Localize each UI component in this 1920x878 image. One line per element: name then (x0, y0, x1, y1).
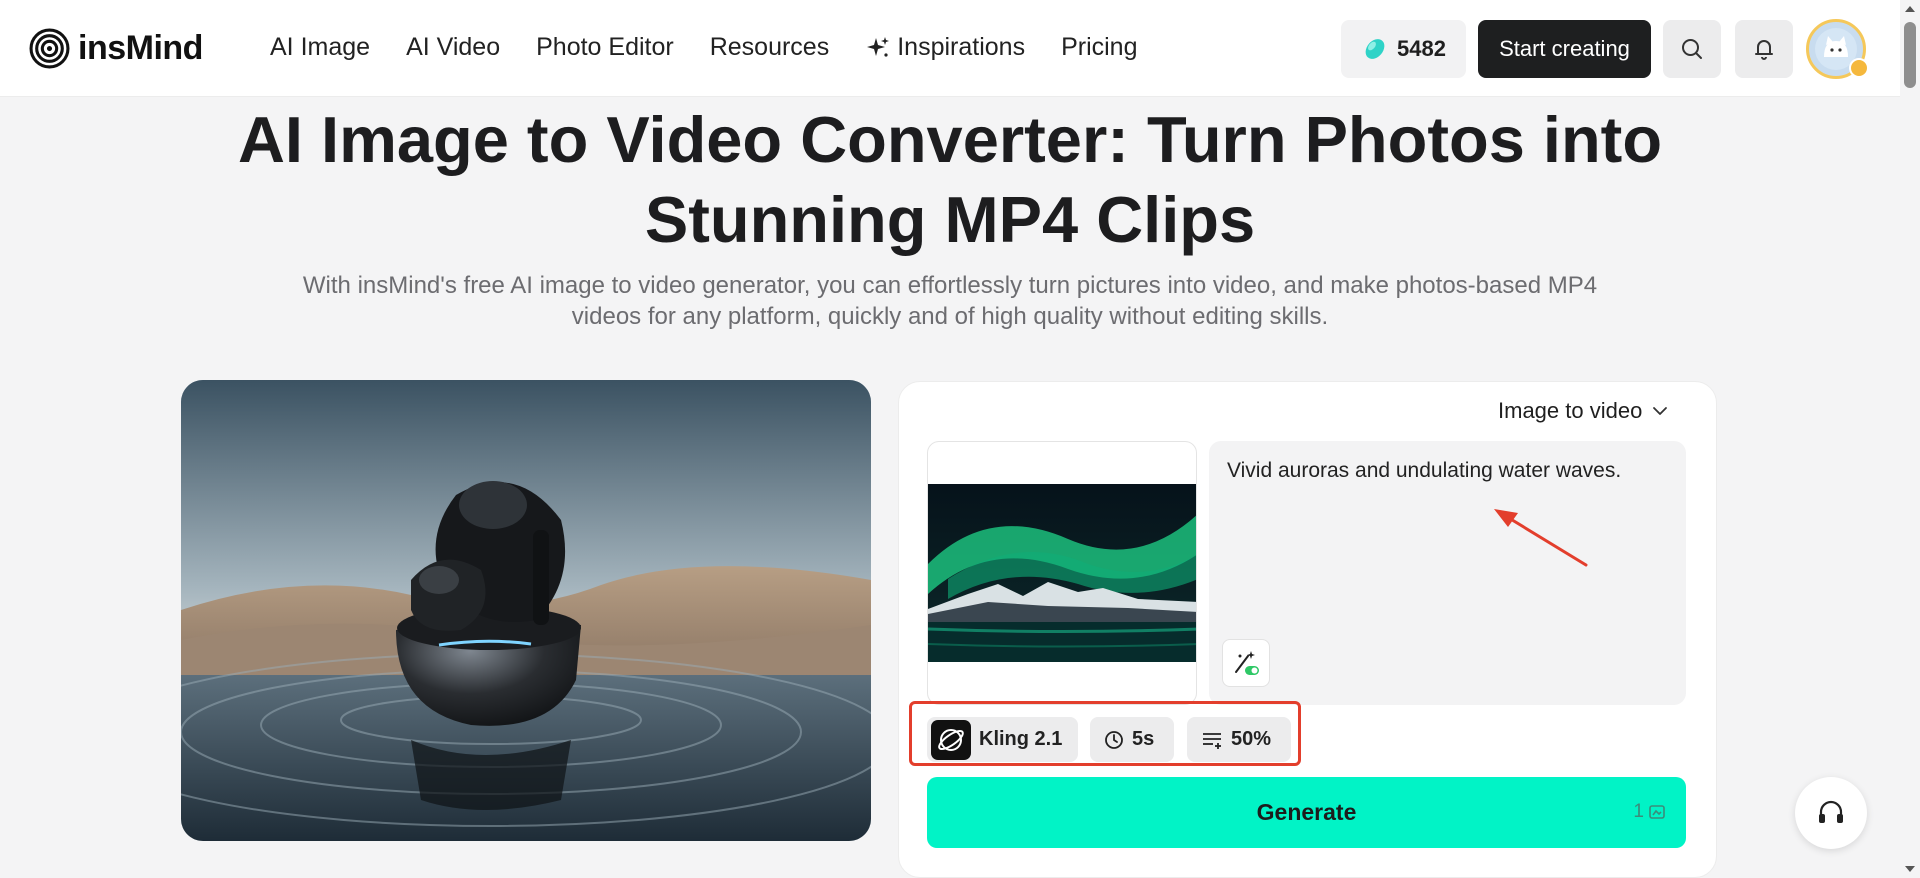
logo[interactable]: insMind (29, 28, 203, 69)
scroll-down-arrow-icon[interactable] (1905, 866, 1915, 872)
avatar-crown-badge (1849, 58, 1869, 78)
credits-count: 5482 (1397, 36, 1446, 61)
generate-cost-value: 1 (1633, 801, 1644, 822)
earbuds-illustration (181, 380, 871, 841)
magic-wand-toggle-icon (1235, 651, 1259, 675)
credit-icon (1649, 805, 1665, 819)
avatar[interactable] (1806, 19, 1869, 79)
bean-icon (1365, 39, 1385, 59)
nav-photo-editor[interactable]: Photo Editor (536, 33, 674, 62)
aurora-thumbnail (928, 484, 1196, 662)
headset-icon (1819, 800, 1843, 823)
notifications-button[interactable] (1735, 20, 1793, 78)
start-creating-button[interactable]: Start creating (1478, 20, 1651, 78)
preview-image-earbuds (181, 380, 871, 841)
nav-inspirations[interactable]: Inspirations (865, 33, 1025, 62)
model-selector-label: Kling 2.1 (979, 728, 1063, 750)
strength-selector-label: 50% (1231, 728, 1272, 750)
duration-selector[interactable]: 5s (1090, 717, 1174, 762)
main-nav: AI Image AI Video Photo Editor Resources… (270, 33, 1174, 62)
credits-badge[interactable]: 5482 (1341, 20, 1466, 78)
page-title-line2: Stunning MP4 Clips (644, 183, 1256, 256)
prompt-magic-button[interactable] (1222, 639, 1270, 687)
scroll-up-arrow-icon[interactable] (1905, 6, 1915, 12)
logo-icon (29, 28, 70, 69)
bell-icon (1755, 40, 1773, 60)
nav-inspirations-label: Inspirations (897, 33, 1026, 61)
sparkle-icon (867, 36, 890, 57)
support-chat-button[interactable] (1795, 777, 1867, 849)
strength-selector[interactable]: 50% (1187, 717, 1291, 762)
prompt-textarea[interactable]: Vivid auroras and undulating water waves… (1209, 441, 1686, 705)
annotation-arrow-icon (1494, 509, 1588, 567)
nav-resources[interactable]: Resources (710, 33, 830, 62)
page-subtitle-line1: With insMind's free AI image to video ge… (302, 272, 1598, 299)
clock-icon (1105, 730, 1123, 749)
page-title-line1: AI Image to Video Converter: Turn Photos… (237, 103, 1663, 176)
scroll-thumb[interactable] (1904, 22, 1916, 88)
page-subtitle: With insMind's free AI image to video ge… (230, 270, 1670, 332)
page-subtitle-line2: videos for any platform, quickly and of … (571, 303, 1329, 330)
mode-dropdown[interactable]: Image to video (1498, 398, 1668, 424)
search-icon (1682, 39, 1702, 59)
model-selector[interactable]: Kling 2.1 (927, 717, 1078, 762)
generate-button[interactable]: Generate 1 (927, 777, 1686, 848)
nav-pricing[interactable]: Pricing (1061, 33, 1137, 62)
kling-model-icon (931, 719, 971, 760)
duration-selector-label: 5s (1132, 728, 1155, 750)
page-title: AI Image to Video Converter: Turn Photos… (0, 100, 1900, 260)
prompt-text[interactable]: Vivid auroras and undulating water waves… (1227, 459, 1621, 483)
generate-button-label: Generate (1256, 799, 1357, 825)
uploaded-image-card[interactable] (927, 441, 1197, 705)
settings-lines-icon (1203, 732, 1221, 749)
generate-cost: 1 (1633, 801, 1666, 823)
logo-text: insMind (78, 29, 203, 67)
nav-ai-image[interactable]: AI Image (270, 33, 370, 62)
chevron-down-icon (1653, 407, 1668, 415)
mode-dropdown-value: Image to video (1498, 398, 1643, 423)
top-header: insMind AI Image AI Video Photo Editor R… (0, 0, 1920, 97)
search-button[interactable] (1663, 20, 1721, 78)
page-scrollbar[interactable] (1900, 0, 1920, 878)
nav-ai-video[interactable]: AI Video (406, 33, 500, 62)
